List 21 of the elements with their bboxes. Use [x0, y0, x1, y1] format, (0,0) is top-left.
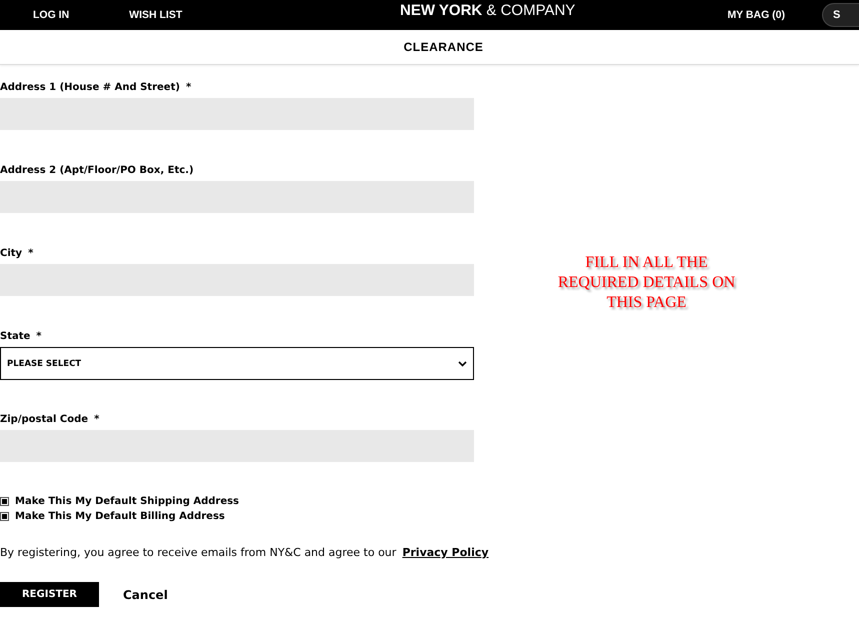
state-dropdown[interactable]: PLEASE SELECT — [0, 347, 474, 380]
field-label: Address 2 (Apt/Floor/PO Box, Etc.) — [0, 165, 195, 178]
field-label: Zip/postal Code * — [0, 414, 100, 427]
checkbox-label: Make This My Default Billing Address — [15, 511, 225, 522]
category-title[interactable]: CLEARANCE — [404, 40, 484, 54]
logo[interactable]: NEW YORK & COMPANY — [400, 2, 576, 19]
checkbox-label: Make This My Default Shipping Address — [15, 496, 240, 507]
field-label: Address 1 (House # And Street) * — [0, 82, 192, 95]
register-button[interactable]: REGISTER — [0, 582, 99, 607]
header-button[interactable]: S — [822, 3, 859, 27]
field-label: State * — [0, 331, 43, 344]
notice-text: FILL IN ALL THE REQUIRED DETAILS ON THIS PAGE — [556, 253, 736, 313]
checkbox[interactable] — [0, 512, 9, 521]
bag-link[interactable]: MY BAG (0) — [727, 9, 785, 21]
header-link[interactable]: LOG IN — [33, 9, 70, 21]
privacy-policy-link[interactable]: Privacy Policy — [402, 546, 489, 559]
chevron-down-icon — [458, 360, 467, 366]
cancel-link[interactable]: Cancel — [123, 588, 168, 602]
header-link[interactable]: WISH LIST — [129, 9, 182, 21]
field-label: City * — [0, 248, 34, 261]
checkbox[interactable] — [0, 497, 9, 506]
